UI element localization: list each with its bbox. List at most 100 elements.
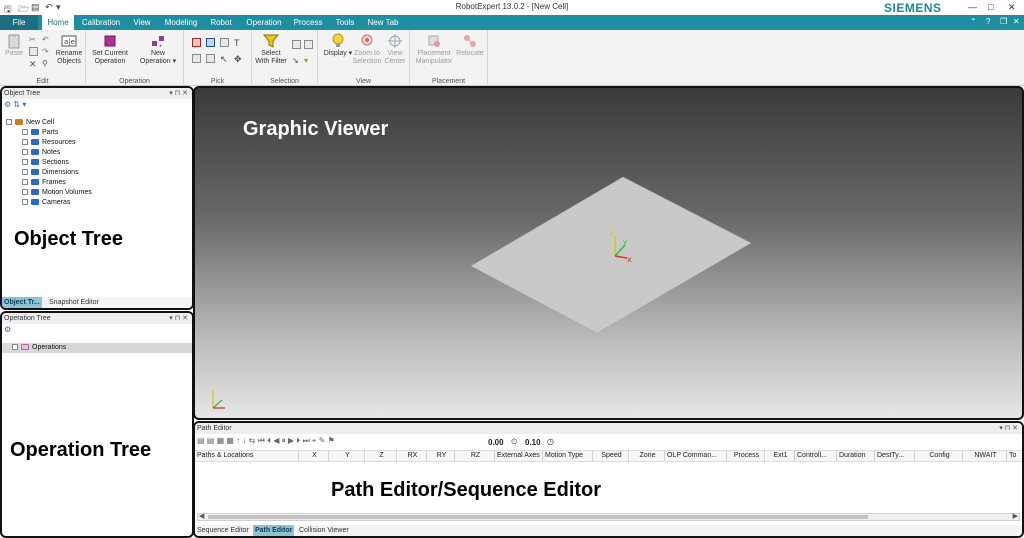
add-operation-icon[interactable]: ▤ ▤ xyxy=(197,436,214,445)
tab-snapshot-editor[interactable]: Snapshot Editor xyxy=(47,297,101,308)
col-y[interactable]: Y xyxy=(329,451,365,461)
tab-operation[interactable]: Operation xyxy=(242,15,286,30)
scrollbar-thumb[interactable] xyxy=(208,515,868,519)
step-back-icon[interactable]: ⏴ xyxy=(267,436,271,445)
tree-item-motion-volumes[interactable]: Motion Volumes xyxy=(22,188,92,198)
col-to[interactable]: To xyxy=(1007,451,1022,461)
operation-tree-toolbar-icon[interactable]: ⚙ xyxy=(4,325,11,334)
tab-home[interactable]: Home xyxy=(42,15,74,30)
tab-calibration[interactable]: Calibration xyxy=(78,15,124,30)
play-back-icon[interactable]: ◀ xyxy=(273,436,279,445)
select-filter-small-icon[interactable]: ▾ xyxy=(304,56,313,65)
new-operation-button[interactable]: + New Operation ▾ xyxy=(136,33,180,66)
play-icon[interactable]: ▶ xyxy=(288,436,294,445)
col-speed[interactable]: Speed xyxy=(593,451,629,461)
select-all-icon[interactable] xyxy=(292,40,301,49)
help-icon[interactable]: ? xyxy=(986,17,990,26)
tab-path-editor[interactable]: Path Editor xyxy=(253,525,295,536)
col-nwait[interactable]: NWAIT xyxy=(963,451,1007,461)
teach-icon[interactable]: ⌖ xyxy=(312,436,317,445)
expand-icon[interactable] xyxy=(22,159,28,165)
col-rz[interactable]: RZ xyxy=(455,451,495,461)
panel-options-icon[interactable]: ▾ ⊓ ✕ xyxy=(169,88,188,99)
move-up-icon[interactable]: ↑ xyxy=(236,436,240,445)
tab-file[interactable]: File xyxy=(0,15,38,30)
tree-item-notes[interactable]: Notes xyxy=(22,148,60,158)
graphic-viewer[interactable]: Graphic Viewer z y x xyxy=(193,86,1024,420)
pick-snap-icon[interactable] xyxy=(206,54,215,63)
col-duration[interactable]: Duration xyxy=(837,451,875,461)
expand-icon[interactable] xyxy=(22,149,28,155)
tab-robot[interactable]: Robot xyxy=(206,15,236,30)
tab-new-tab[interactable]: New Tab xyxy=(364,15,402,30)
tree-item-frames[interactable]: Frames xyxy=(22,178,66,188)
restore-icon[interactable]: ❐ xyxy=(1000,17,1007,26)
select-invert-icon[interactable] xyxy=(304,40,313,49)
col-paths-locations[interactable]: Paths & Locations xyxy=(195,451,299,461)
tree-item-parts[interactable]: Parts xyxy=(22,128,58,138)
col-x[interactable]: X xyxy=(299,451,329,461)
col-config[interactable]: Config xyxy=(915,451,963,461)
minimize-icon[interactable]: — xyxy=(968,2,977,12)
find-icon[interactable]: ⚲ xyxy=(42,59,51,68)
paste-button[interactable]: Paste xyxy=(3,33,25,58)
pick-component-icon[interactable] xyxy=(192,38,201,47)
copy-icon[interactable] xyxy=(29,47,38,56)
view-center-button[interactable]: View Center xyxy=(382,33,408,66)
col-rx[interactable]: RX xyxy=(397,451,427,461)
tab-sequence-editor[interactable]: Sequence Editor xyxy=(195,525,251,536)
tree-item-resources[interactable]: Resources xyxy=(22,138,75,148)
tree-item-sections[interactable]: Sections xyxy=(22,158,69,168)
col-ext1[interactable]: Ext1 xyxy=(765,451,795,461)
col-zone[interactable]: Zone xyxy=(629,451,665,461)
expand-icon[interactable] xyxy=(22,199,28,205)
close-doc-icon[interactable]: ✕ xyxy=(1013,17,1020,26)
tab-modeling[interactable]: Modeling xyxy=(160,15,202,30)
placement-manipulator-button[interactable]: Placement Manipulator xyxy=(414,33,454,66)
tree-item-dimensions[interactable]: Dimensions xyxy=(22,168,79,178)
expand-icon[interactable] xyxy=(12,344,18,350)
link-icon[interactable]: ⇆ xyxy=(249,436,256,445)
tab-collision-viewer[interactable]: Collision Viewer xyxy=(297,525,351,536)
tab-tools[interactable]: Tools xyxy=(330,15,360,30)
jump-start-icon[interactable]: ⏮ xyxy=(258,436,265,445)
col-dest-type[interactable]: DestTy... xyxy=(875,451,915,461)
scroll-left-icon[interactable]: ◀ xyxy=(199,512,204,520)
display-button[interactable]: Display ▾ xyxy=(322,33,354,58)
step-forward-icon[interactable]: ⏵ xyxy=(296,436,300,445)
tab-view[interactable]: View xyxy=(128,15,156,30)
expand-icon[interactable] xyxy=(22,169,28,175)
cut-icon[interactable]: ✂ xyxy=(29,35,38,44)
add-path-icon[interactable]: ▦ ▦ xyxy=(217,436,234,445)
delete-icon[interactable]: ✕ xyxy=(29,59,38,69)
tree-toolbar-icon[interactable]: ⚙ ⇅ ▾ xyxy=(4,100,26,109)
maximize-icon[interactable]: □ xyxy=(988,2,993,12)
expand-icon[interactable] xyxy=(22,179,28,185)
rename-objects-button[interactable]: a|e Rename Objects xyxy=(54,33,84,66)
redo-small-icon[interactable]: ↷ xyxy=(42,47,51,56)
undo-small-icon[interactable]: ↶ xyxy=(42,35,51,44)
jump-end-icon[interactable]: ⏭ xyxy=(302,436,309,445)
tree-root-new-cell[interactable]: New Cell xyxy=(6,118,54,128)
tab-object-tree[interactable]: Object Tr... xyxy=(2,297,42,308)
expand-icon[interactable] xyxy=(22,129,28,135)
pick-intent-icon[interactable]: T xyxy=(234,38,243,48)
panel-options-icon[interactable]: ▾ ⊓ ✕ xyxy=(999,423,1018,434)
tree-root-operations[interactable]: Operations xyxy=(2,343,192,353)
timer-icon[interactable]: ⏲ xyxy=(511,437,517,447)
mark-icon[interactable]: ✎ ⚑ xyxy=(319,436,335,445)
pause-icon[interactable]: ⏸ xyxy=(282,436,286,445)
set-current-operation-button[interactable]: Set Current Operation xyxy=(88,33,132,66)
expand-icon[interactable] xyxy=(22,139,28,145)
zoom-to-selection-button[interactable]: Zoom to Selection xyxy=(352,33,382,66)
col-external-axes[interactable]: External Axes xyxy=(495,451,543,461)
select-with-filter-button[interactable]: Select With Filter xyxy=(254,33,288,66)
expand-icon[interactable] xyxy=(22,189,28,195)
tab-process[interactable]: Process xyxy=(290,15,326,30)
col-ry[interactable]: RY xyxy=(427,451,455,461)
expand-icon[interactable] xyxy=(6,119,12,125)
col-motion-type[interactable]: Motion Type xyxy=(543,451,593,461)
pick-entity-icon[interactable] xyxy=(206,38,215,47)
relocate-button[interactable]: Relocate xyxy=(454,33,486,58)
pick-level-icon[interactable] xyxy=(192,54,201,63)
